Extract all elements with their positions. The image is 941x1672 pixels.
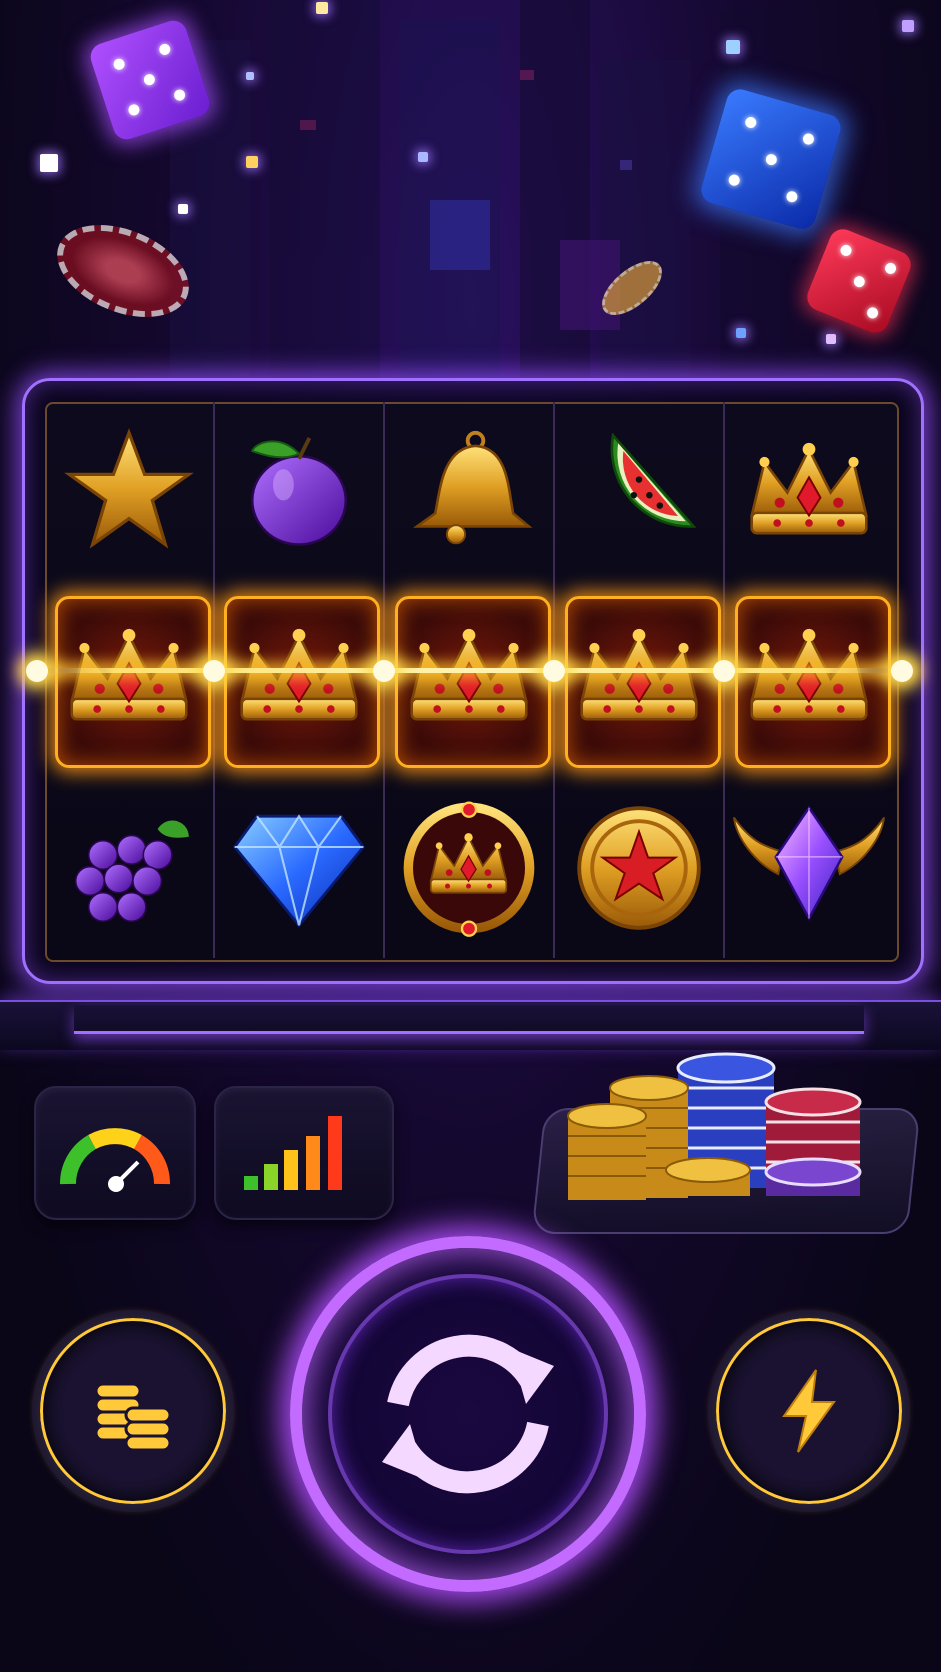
spin-button[interactable] <box>290 1236 646 1592</box>
sparkle <box>902 20 914 32</box>
symbol-winged-purple-gem <box>725 780 893 956</box>
sparkle <box>40 154 58 172</box>
lightning-icon <box>782 1369 836 1453</box>
spin-inner-ring <box>328 1274 608 1554</box>
payline-node <box>543 660 565 682</box>
coin-stack-icon <box>94 1382 172 1452</box>
symbol-bell <box>385 402 553 578</box>
sparkle <box>246 156 258 168</box>
signal-bars-icon <box>244 1116 342 1190</box>
sparkle <box>826 334 836 344</box>
payline-node <box>713 660 735 682</box>
stats-button[interactable] <box>214 1086 394 1220</box>
symbol-crown-win <box>385 588 553 764</box>
sparkle <box>246 72 254 80</box>
bet-coins-button[interactable] <box>32 1310 234 1512</box>
winning-payline <box>28 668 912 673</box>
turbo-button[interactable] <box>708 1310 910 1512</box>
symbol-crown-win <box>725 588 893 764</box>
symbol-crown-win <box>555 588 723 764</box>
symbol-crown-win <box>215 588 383 764</box>
symbol-star-coin <box>555 780 723 956</box>
sparkle <box>178 204 188 214</box>
symbol-plum <box>215 402 383 578</box>
chip-stacks-icon <box>567 1052 862 1200</box>
sparkle <box>726 40 740 54</box>
sparkle <box>736 328 746 338</box>
symbol-crown-laurel-emblem <box>385 780 553 956</box>
symbol-grapes <box>45 780 213 956</box>
gauge-icon <box>59 1128 171 1192</box>
cabinet-shelf <box>74 1005 864 1034</box>
volatility-button[interactable] <box>34 1086 196 1220</box>
symbol-crown-win <box>45 588 213 764</box>
payline-node <box>891 660 913 682</box>
symbol-crown <box>725 402 893 578</box>
refresh-arrows-icon <box>382 1334 554 1494</box>
payline-node <box>373 660 395 682</box>
payline-node <box>203 660 225 682</box>
sparkle <box>316 2 328 14</box>
sparkle <box>418 152 428 162</box>
symbol-star <box>45 402 213 578</box>
symbol-diamond <box>215 780 383 956</box>
symbol-watermelon <box>555 402 723 578</box>
payline-node <box>26 660 48 682</box>
